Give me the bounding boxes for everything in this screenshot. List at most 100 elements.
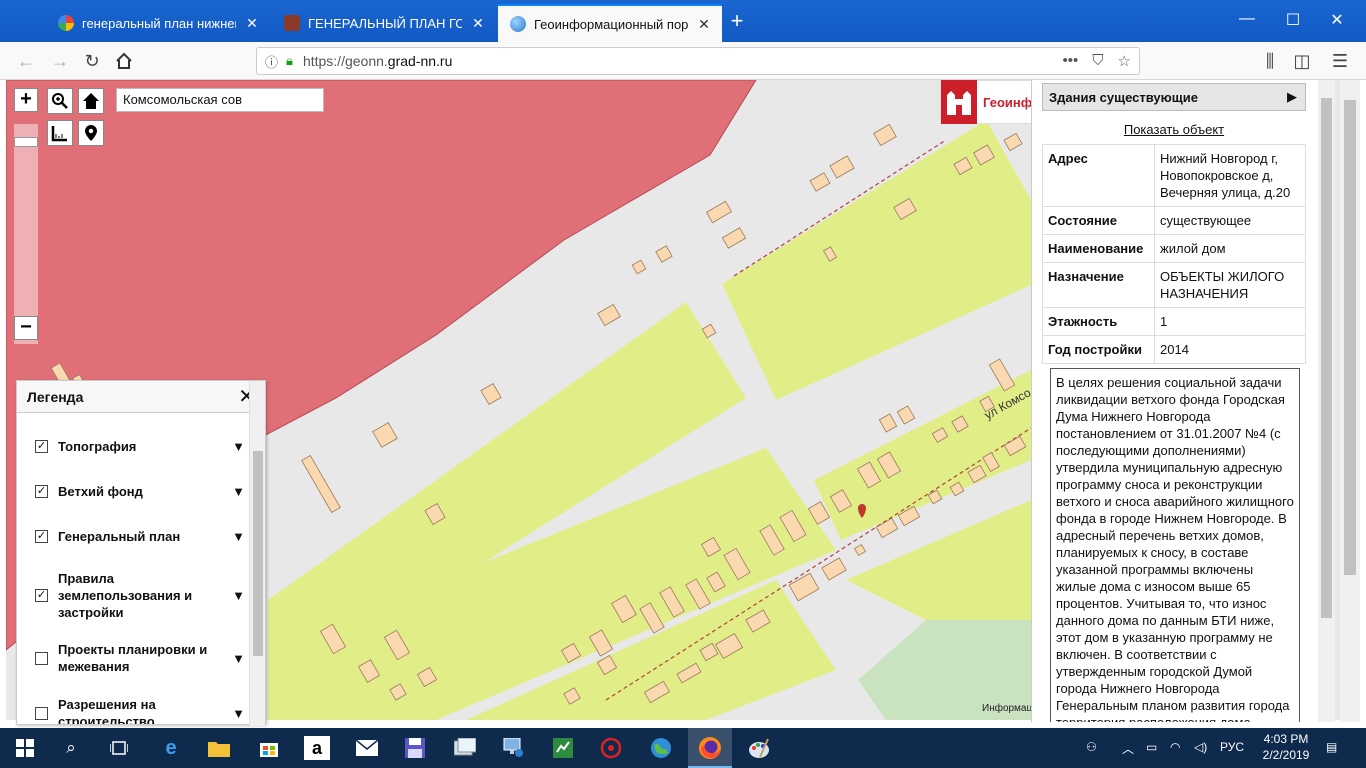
scrollbar-thumb[interactable] — [1321, 98, 1332, 618]
layer-checkbox[interactable]: ✓ — [35, 440, 48, 453]
page-actions-icon[interactable]: ••• — [1063, 52, 1079, 70]
notifications-icon[interactable]: ▤ — [1326, 740, 1337, 754]
legend-item-dilapidated-fund[interactable]: ✓ Ветхий фонд ▼ — [35, 483, 245, 500]
expand-arrow-icon[interactable]: ▼ — [232, 529, 245, 544]
legend-item-label: Проекты планировки и межевания — [58, 642, 208, 674]
edge-icon[interactable]: e — [158, 736, 184, 760]
layer-checkbox[interactable] — [35, 651, 48, 665]
close-icon[interactable]: ✕ — [470, 15, 486, 32]
legend-item-land-use-rules[interactable]: ✓ Правила землепользования и застройки ▼ — [35, 570, 245, 621]
new-tab-button[interactable]: + — [724, 10, 750, 32]
legend-item-label: Разрешения на строительство — [58, 697, 156, 724]
scrollbar-thumb[interactable] — [253, 451, 263, 656]
app-red-icon[interactable] — [598, 736, 624, 760]
legend-item-building-permits[interactable]: Разрешения на строительство ▼ — [35, 696, 245, 724]
start-button[interactable] — [12, 736, 38, 760]
zoom-slider-handle[interactable] — [14, 137, 38, 147]
panel-scrollbar[interactable] — [1318, 80, 1335, 722]
expand-arrow-icon[interactable]: ▼ — [232, 706, 245, 721]
expand-arrow-icon[interactable]: ▼ — [232, 651, 245, 666]
library-icon[interactable]: ⫼ — [1258, 49, 1282, 73]
globe-app-icon[interactable] — [648, 736, 674, 760]
identify-point-button[interactable] — [78, 120, 104, 146]
close-window-button[interactable]: ✕ — [1314, 10, 1360, 30]
maximize-button[interactable]: ☐ — [1270, 10, 1316, 30]
photos-icon[interactable] — [452, 736, 478, 760]
close-icon[interactable]: ✕ — [696, 16, 712, 33]
table-row: Год постройки 2014 — [1042, 335, 1306, 364]
save-disk-icon[interactable] — [402, 736, 428, 760]
legend-item-label: Топография — [58, 439, 137, 454]
attributes-table: Адрес Нижний Новгород г, Новопокровское д… — [1042, 144, 1306, 364]
attr-key: Год постройки — [1042, 335, 1155, 364]
amazon-icon[interactable]: a — [304, 736, 330, 760]
network-computer-icon[interactable] — [500, 736, 526, 760]
home-button[interactable] — [112, 49, 136, 73]
scrollbar-thumb[interactable] — [1344, 100, 1356, 575]
system-clock[interactable]: 4:03 PM 2/2/2019 — [1256, 731, 1316, 763]
zoom-box-button[interactable] — [47, 88, 73, 114]
page-scrollbar[interactable] — [1340, 80, 1360, 722]
forward-button[interactable]: → — [48, 49, 72, 73]
close-icon[interactable]: ✕ — [244, 15, 260, 32]
table-row: Назначение ОБЪЕКТЫ ЖИЛОГО НАЗНАЧЕНИЯ — [1042, 262, 1306, 308]
tab-geoportal[interactable]: Геоинформационный портал ✕ — [498, 4, 722, 42]
store-icon[interactable] — [256, 736, 282, 760]
expand-arrow-icon[interactable]: ▼ — [232, 484, 245, 499]
clock-date: 2/2/2019 — [1262, 748, 1310, 762]
spreadsheet-icon[interactable] — [550, 736, 576, 760]
legend-title: Легенда — [27, 388, 84, 405]
task-view-icon[interactable] — [106, 736, 132, 760]
layer-checkbox[interactable]: ✓ — [35, 485, 48, 498]
battery-icon[interactable]: ▭ — [1146, 740, 1157, 754]
sidebar-icon[interactable]: ◫ — [1290, 49, 1314, 73]
windows-logo-icon — [16, 739, 34, 757]
minimize-button[interactable]: — — [1224, 10, 1270, 28]
pocket-icon[interactable]: ⛉ — [1092, 52, 1103, 70]
attr-value: жилой дом — [1154, 234, 1306, 263]
legend-item-planning-projects[interactable]: Проекты планировки и межевания ▼ — [35, 641, 245, 675]
zoom-in-button[interactable]: + — [14, 88, 38, 112]
tab-general-plan[interactable]: ГЕНЕРАЛЬНЫЙ ПЛАН ГОРОД ✕ — [272, 4, 496, 42]
full-extent-button[interactable] — [78, 88, 104, 114]
zoom-slider-track[interactable] — [14, 124, 38, 344]
menu-icon[interactable]: ☰ — [1328, 49, 1352, 73]
measure-button[interactable] — [47, 120, 73, 146]
chevron-up-icon[interactable]: ︿ — [1122, 740, 1134, 757]
expand-arrow-icon[interactable]: ▼ — [232, 439, 245, 454]
legend-scrollbar[interactable] — [249, 381, 265, 726]
mail-icon[interactable] — [354, 736, 380, 760]
layer-selector[interactable]: Здания существующие ▶ — [1042, 83, 1306, 111]
back-button[interactable]: ← — [14, 49, 38, 73]
attr-key: Адрес — [1042, 144, 1155, 207]
tab-google-search[interactable]: генеральный план нижнего н ✕ — [46, 4, 270, 42]
file-explorer-icon[interactable] — [206, 736, 232, 760]
input-language[interactable]: РУС — [1220, 740, 1244, 754]
bookmark-star-icon[interactable]: ☆ — [1118, 52, 1131, 70]
address-search-input[interactable]: Комсомольская сов — [116, 88, 324, 112]
info-icon[interactable]: ⓘ — [265, 52, 278, 71]
tab-title: ГЕНЕРАЛЬНЫЙ ПЛАН ГОРОД — [308, 15, 462, 31]
legend-item-topography[interactable]: ✓ Топография ▼ — [35, 438, 245, 455]
address-bar[interactable]: ⓘ 🔒︎ https://geonn.grad-nn.ru ••• ⛉ ☆ — [256, 47, 1140, 75]
people-icon[interactable]: ⚇ — [1086, 740, 1097, 754]
play-arrow-icon[interactable]: ▶ — [1287, 89, 1297, 105]
layer-checkbox[interactable] — [35, 706, 48, 720]
show-object-link[interactable]: Показать объект — [1032, 122, 1316, 137]
layer-checkbox[interactable]: ✓ — [35, 589, 48, 602]
reload-button[interactable]: ↻ — [80, 49, 104, 73]
layer-checkbox[interactable]: ✓ — [35, 530, 48, 543]
zoom-out-button[interactable]: − — [14, 316, 38, 340]
legend-item-general-plan[interactable]: ✓ Генеральный план ▼ — [35, 528, 245, 545]
attr-value: существующее — [1154, 206, 1306, 235]
legend-item-label: Правила землепользования и застройки — [58, 571, 193, 620]
wifi-icon[interactable]: ◠ — [1170, 740, 1180, 754]
search-icon[interactable]: ⌕ — [58, 736, 84, 760]
kremlin-icon — [941, 80, 977, 124]
attr-key: Этажность — [1042, 307, 1155, 336]
firefox-icon[interactable] — [697, 736, 723, 760]
volume-icon[interactable]: ◁) — [1194, 740, 1207, 754]
paint-icon[interactable] — [746, 736, 772, 760]
expand-arrow-icon[interactable]: ▼ — [232, 588, 245, 603]
tab-title: генеральный план нижнего н — [82, 15, 236, 31]
